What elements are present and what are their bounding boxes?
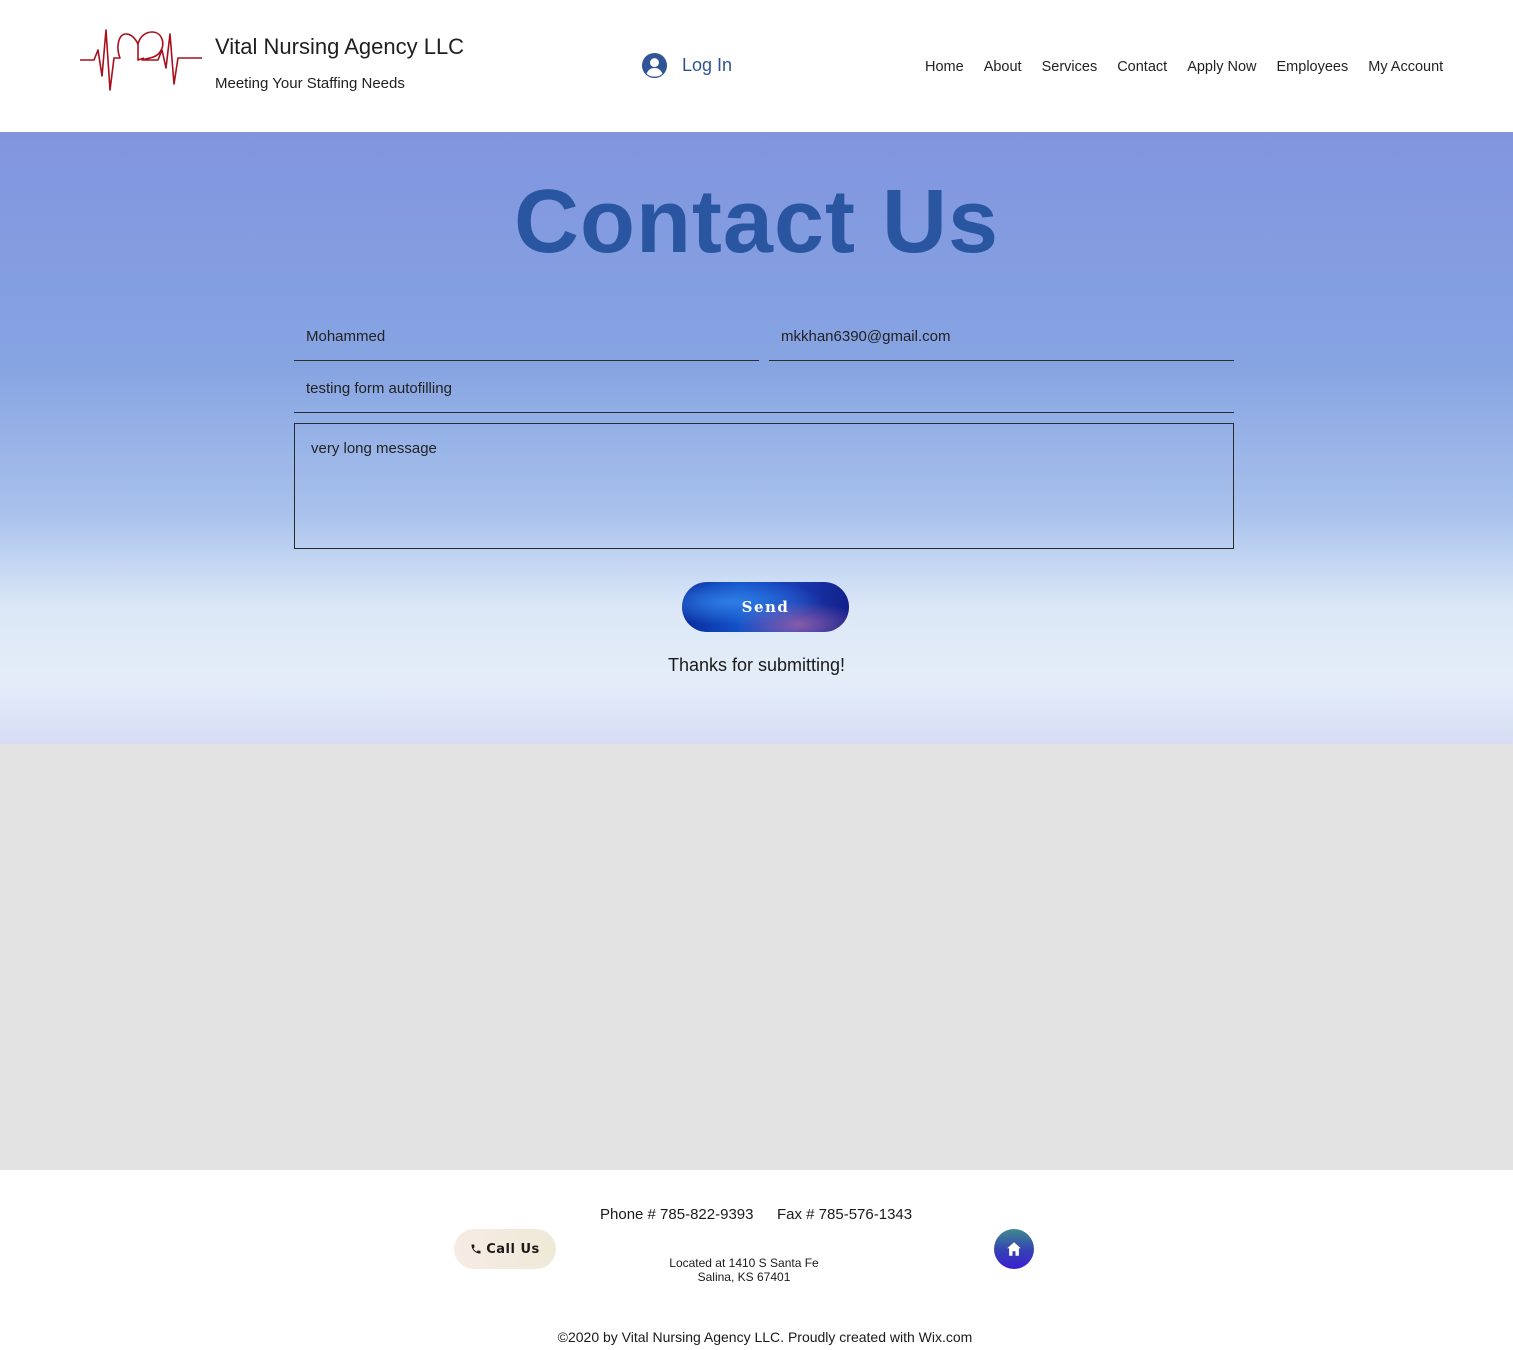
- address-line-1: Located at 1410 S Santa Fe: [669, 1256, 819, 1270]
- site-header: Vital Nursing Agency LLC Meeting Your St…: [0, 0, 1513, 132]
- main-nav: Home About Services Contact Apply Now Em…: [915, 58, 1453, 78]
- nav-item-about[interactable]: About: [974, 58, 1032, 78]
- message-field[interactable]: very long message: [295, 424, 1233, 548]
- email-field-wrapper: [769, 313, 1234, 361]
- nav-item-home[interactable]: Home: [915, 58, 974, 78]
- fax-number: Fax # 785-576-1343: [777, 1206, 913, 1223]
- copyright-text: ©2020 by Vital Nursing Agency LLC. Proud…: [557, 1329, 973, 1345]
- subject-field-wrapper: [294, 365, 1234, 413]
- login-button[interactable]: Log In: [641, 50, 732, 80]
- nav-item-services[interactable]: Services: [1032, 58, 1108, 78]
- send-button[interactable]: Send: [682, 582, 849, 632]
- subject-field[interactable]: [294, 365, 1234, 412]
- site-tagline: Meeting Your Staffing Needs: [215, 75, 405, 92]
- home-icon: [1007, 1242, 1021, 1256]
- message-field-wrapper: very long message: [294, 423, 1234, 549]
- user-avatar-icon: [641, 52, 668, 78]
- empty-strip: [0, 744, 1513, 1170]
- site-title[interactable]: Vital Nursing Agency LLC: [215, 34, 464, 60]
- nav-item-apply-now[interactable]: Apply Now: [1177, 58, 1266, 78]
- address: Located at 1410 S Santa Fe Salina, KS 67…: [644, 1256, 844, 1284]
- phone-number: Phone # 785-822-9393: [600, 1206, 754, 1223]
- call-us-label: Call Us: [486, 1241, 540, 1257]
- call-us-button[interactable]: Call Us: [454, 1229, 556, 1269]
- email-field[interactable]: [769, 313, 1234, 360]
- phone-icon: [471, 1244, 481, 1254]
- page-title: Contact Us: [513, 172, 1000, 272]
- name-field[interactable]: [294, 313, 759, 360]
- thanks-message: Thanks for submitting!: [667, 655, 846, 675]
- nav-item-my-account[interactable]: My Account: [1358, 58, 1453, 78]
- heartbeat-heart-logo-icon[interactable]: [80, 28, 202, 92]
- home-button[interactable]: [994, 1229, 1034, 1269]
- address-line-2: Salina, KS 67401: [697, 1270, 791, 1284]
- site-footer: Phone # 785-822-9393 Fax # 785-576-1343 …: [0, 1170, 1513, 1350]
- name-field-wrapper: [294, 313, 759, 361]
- contact-section: Contact Us very long message Send Thanks…: [0, 132, 1513, 744]
- nav-item-employees[interactable]: Employees: [1267, 58, 1359, 78]
- nav-item-contact[interactable]: Contact: [1107, 58, 1177, 78]
- login-label: Log In: [682, 54, 733, 75]
